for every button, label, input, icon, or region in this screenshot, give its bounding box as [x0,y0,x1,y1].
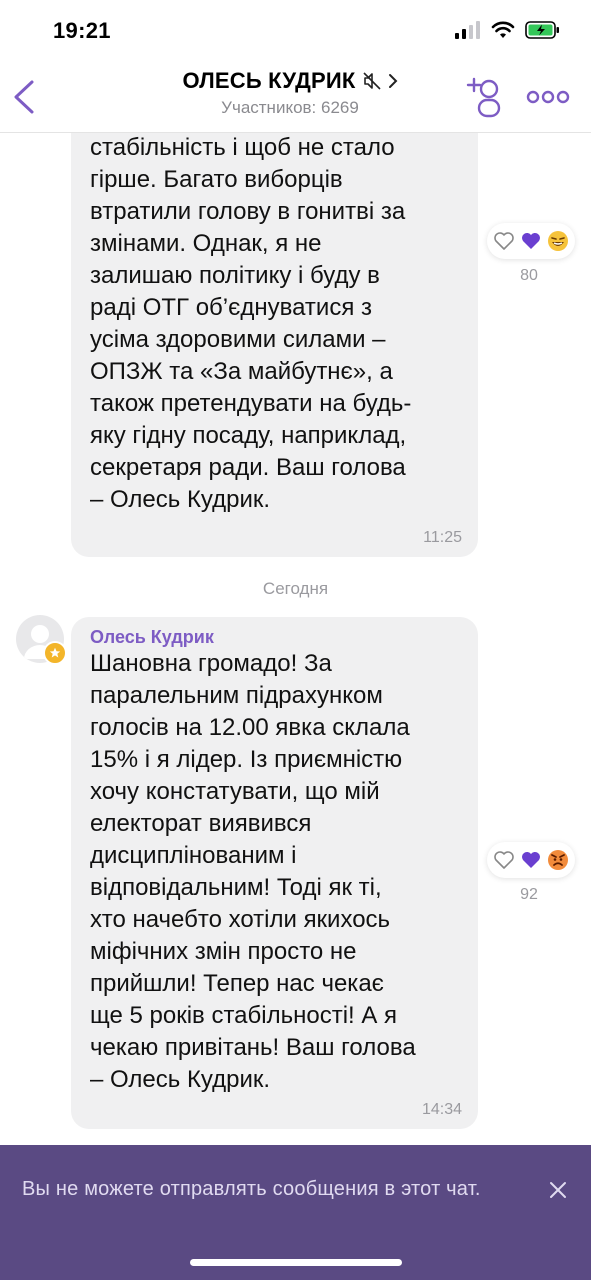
sender-name[interactable]: Олесь Кудрик [90,627,214,648]
reactions-bar[interactable] [487,223,575,259]
home-indicator [190,1259,402,1266]
heart-outline-icon[interactable] [493,850,515,870]
reactions-bar[interactable] [487,842,575,878]
read-only-notice-text: Вы не можете отправлять сообщения в этот… [22,1178,481,1200]
heart-outline-icon[interactable] [493,231,515,251]
message-list[interactable]: результат, що головне – це стабільність … [0,133,591,1145]
purple-heart-icon [521,852,540,868]
angry-emoji-icon [547,850,568,870]
message-text: результат, що головне – це стабільність … [90,134,412,513]
read-only-notice-bar: Вы не можете отправлять сообщения в этот… [0,1145,591,1280]
more-dots-icon[interactable] [526,84,570,110]
chat-title-area[interactable]: ОЛЕСЬ КУДРИК Участников: 6269 [150,68,430,118]
admin-star-badge [43,641,67,665]
reaction-count: 80 [520,267,538,284]
message-time: 11:25 [423,529,462,546]
purple-heart-icon [521,233,540,249]
battery-charging-icon [525,21,559,39]
wifi-icon [491,21,515,38]
message-time: 14:34 [421,1101,462,1118]
date-separator: Сегодня [262,579,329,598]
muted-speaker-icon [362,72,381,90]
message-bubble[interactable]: результат, що головне – це стабільність … [71,133,478,557]
laughing-emoji-icon [547,231,568,251]
add-user-icon[interactable] [465,76,505,118]
status-time: 19:21 [53,18,111,43]
chat-header: ОЛЕСЬ КУДРИК Участников: 6269 [0,62,591,133]
message-text: Шановна громадо! За паралельним підрахун… [90,650,416,1093]
chat-title: ОЛЕСЬ КУДРИК [182,68,356,93]
signal-icon [455,21,480,39]
message-bubble[interactable]: Олесь Кудрик Шановна громадо! За паралел… [71,617,478,1129]
reaction-count: 92 [520,886,538,903]
status-icons [455,20,561,40]
star-icon [49,647,61,658]
participants-count: Участников: 6269 [221,98,359,117]
back-chevron-icon[interactable] [8,74,42,120]
close-icon[interactable] [548,1180,568,1200]
status-bar: 19:21 [0,0,591,62]
chevron-right-icon [388,74,397,88]
